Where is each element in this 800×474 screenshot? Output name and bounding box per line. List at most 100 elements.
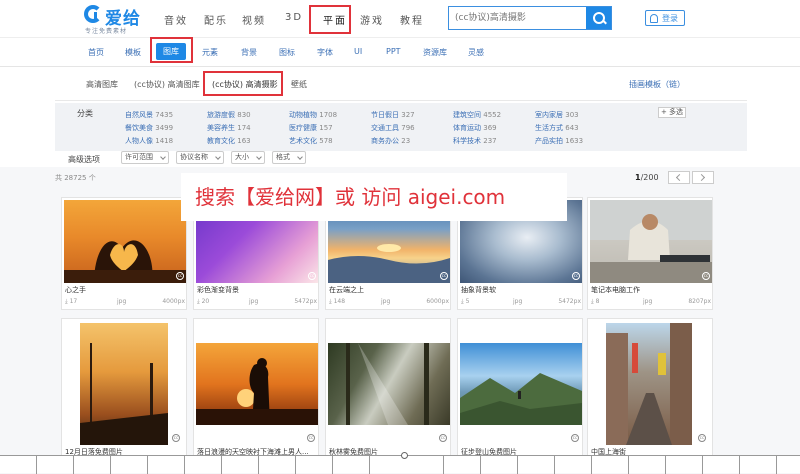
nav-audio[interactable]: 音效 [164,12,188,27]
page-indicator: 1/200 [635,173,659,182]
file-format: jpg [513,298,523,305]
nav-game[interactable]: 游戏 [360,12,384,27]
card-thumbnail[interactable] [196,343,318,425]
crumb-wallpaper[interactable]: 壁纸 [291,79,307,90]
download-count: ⤓ 17 [65,298,78,305]
divider [55,100,747,101]
site-logo[interactable]: 爱给 专注免费素材 [84,3,144,35]
logo-tagline: 专注免费素材 [85,28,128,35]
category-item[interactable]: 生活方式 643 [535,123,579,133]
image-card[interactable]: cc 12月日落免费图片 [61,318,187,458]
download-count: ⤓ 5 [461,298,470,305]
download-count: ⤓ 148 [329,298,346,305]
category-item[interactable]: 教育文化 163 [207,136,251,146]
card-thumbnail[interactable]: cc [590,200,712,283]
card-thumbnail[interactable] [460,343,582,425]
subnav-inspiration[interactable]: 灵感 [468,47,484,58]
category-item[interactable]: 体育运动 369 [453,123,497,133]
login-button[interactable]: 登录 [645,10,685,26]
nav-tutorial[interactable]: 教程 [400,12,424,27]
category-item[interactable]: 商务办公 23 [371,136,410,146]
logo-mark-icon [84,5,102,23]
couple-beach-illustration [196,358,318,425]
sunset-street-illustration [80,343,168,445]
subnav-template[interactable]: 模板 [125,47,141,58]
cc-license-icon: cc [307,434,315,442]
chevron-down-icon [215,154,221,160]
category-item[interactable]: 交通工具 796 [371,123,415,133]
category-item[interactable]: 产品实拍 1633 [535,136,583,146]
image-card[interactable]: cc 中国上海街 [587,318,713,458]
nav-music[interactable]: 配乐 [204,12,228,27]
banner-text: 搜索【爱给网】或 访问 aigei.com [195,185,506,209]
category-item[interactable]: 医疗健康 157 [289,123,333,133]
file-size: 5472px [294,298,317,305]
search-button[interactable] [586,7,611,29]
next-page-button[interactable] [692,171,714,184]
image-card[interactable]: cc 笔记本电脑工作 ⤓ 8 jpg 8207px [587,197,713,310]
nav-3d[interactable]: 3D [285,12,303,23]
download-count: ⤓ 8 [591,298,600,305]
category-item[interactable]: 科学技术 237 [453,136,497,146]
chevron-down-icon [297,154,303,160]
format-select[interactable]: 格式 [272,151,306,164]
file-size: 8207px [688,298,711,305]
nav-video[interactable]: 视频 [242,12,266,27]
slider-handle[interactable] [401,452,408,459]
highlight-subnav-gallery [150,37,193,63]
size-select[interactable]: 大小 [231,151,265,164]
subnav-background[interactable]: 背景 [241,47,257,58]
image-card[interactable]: cc 落日浪漫的天空映衬下海滩上男人... [193,318,319,458]
category-item[interactable]: 节日假日 327 [371,110,415,120]
cc-license-icon: cc [698,434,706,442]
protocol-select[interactable]: 协议名称 [176,151,224,164]
chevron-down-icon [256,154,262,160]
cc-license-icon: cc [702,272,710,280]
card-thumbnail[interactable]: cc [64,200,186,283]
card-thumbnail[interactable] [606,323,692,445]
crumb-hd-gallery[interactable]: 高清图库 [86,79,118,90]
category-item[interactable]: 旅游度假 830 [207,110,251,120]
search-input[interactable] [449,7,587,29]
subnav-fonts[interactable]: 字体 [317,47,333,58]
cc-license-icon: cc [439,434,447,442]
subnav-resources[interactable]: 资源库 [423,47,447,58]
file-size: 6000px [426,298,449,305]
crumb-cc-gallery[interactable]: (cc协议) 高清图库 [134,79,200,90]
subnav-ppt[interactable]: PPT [386,47,401,56]
category-item[interactable]: 餐饮美食 3499 [125,123,173,133]
bottom-grid-strip [0,452,800,474]
image-card[interactable]: cc 心之手 ⤓ 17 jpg 4000px [61,197,187,310]
category-item[interactable]: 艺术文化 578 [289,136,333,146]
subnav-ui[interactable]: UI [354,47,362,56]
category-grid: 分类 自然风景 7435 旅游度假 830 动物植物 1708 节日假日 327… [55,103,747,151]
subnav-home[interactable]: 首页 [88,47,104,58]
card-title[interactable]: 抽象背景软 [461,285,496,295]
chevron-down-icon [160,154,166,160]
card-title[interactable]: 彩色渐变背景 [197,285,239,295]
card-title[interactable]: 心之手 [65,285,86,295]
card-title[interactable]: 在云端之上 [329,285,364,295]
image-card[interactable]: cc 征步登山免费图片 [457,318,583,458]
laptop-work-illustration [590,200,712,283]
card-title[interactable]: 笔记本电脑工作 [591,285,640,295]
category-item[interactable]: 室内家居 303 [535,110,579,120]
illustration-template-link[interactable]: 插画模板（链） [629,79,685,90]
prev-page-button[interactable] [668,171,690,184]
file-size: 5472px [558,298,581,305]
category-item[interactable]: 自然风景 7435 [125,110,173,120]
category-item[interactable]: 美容养生 174 [207,123,251,133]
sub-nav: 首页 模板 图库 元素 背景 图标 字体 UI PPT 资源库 灵感 [0,37,800,67]
file-format: jpg [117,298,127,305]
card-thumbnail[interactable] [80,323,168,445]
category-item[interactable]: 动物植物 1708 [289,110,337,120]
cc-license-icon: cc [172,434,180,442]
image-card[interactable]: cc 秋林雾免费图片 [325,318,451,458]
multi-select-button[interactable]: + 多选 [658,107,686,118]
subnav-icons[interactable]: 图标 [279,47,295,58]
category-item[interactable]: 建筑空间 4552 [453,110,501,120]
card-thumbnail[interactable] [328,343,450,425]
category-item[interactable]: 人物人像 1418 [125,136,173,146]
license-select[interactable]: 许可范围 [121,151,169,164]
subnav-elements[interactable]: 元素 [202,47,218,58]
